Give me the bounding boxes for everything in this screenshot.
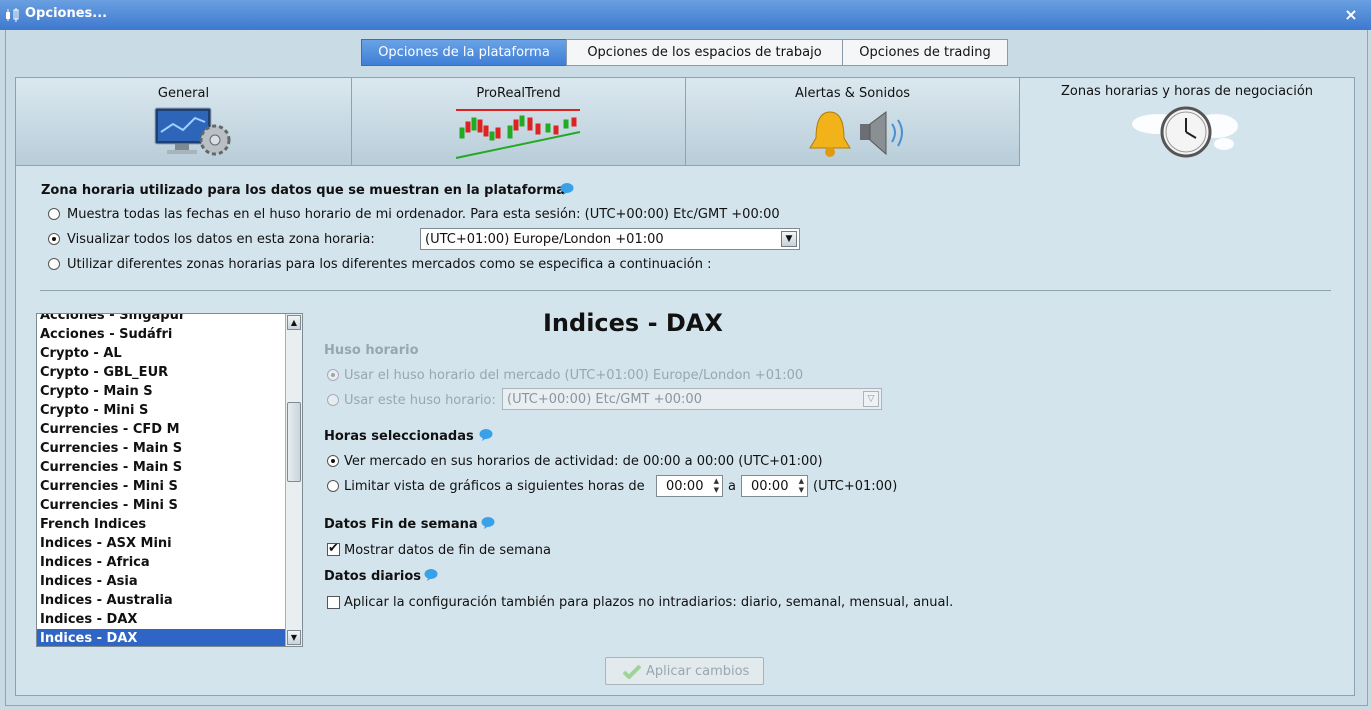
market-list-item[interactable]: Currencies - Mini S bbox=[37, 477, 285, 496]
market-list-item[interactable]: Currencies - Main S bbox=[37, 439, 285, 458]
divider bbox=[40, 290, 1331, 291]
tab-timezones-label: Zonas horarias y horas de negociación bbox=[1060, 84, 1314, 99]
scroll-down-icon[interactable]: ▼ bbox=[287, 630, 301, 645]
huso-select[interactable]: (UTC+00:00) Etc/GMT +00:00 ▽ bbox=[502, 388, 882, 410]
hour-timezone: (UTC+01:00) bbox=[813, 479, 898, 494]
horas-limit-label: Limitar vista de gráficos a siguientes h… bbox=[344, 479, 645, 494]
weekend-checkbox[interactable]: ✔ bbox=[327, 542, 340, 556]
scroll-up-icon[interactable]: ▲ bbox=[287, 315, 301, 330]
hour-to-value: 00:00 bbox=[751, 479, 789, 494]
radio-limit-hours[interactable] bbox=[327, 480, 339, 492]
market-list-item[interactable]: Indices - DAX bbox=[37, 629, 285, 646]
timezone-select[interactable]: (UTC+01:00) Europe/London +01:00 ▼ bbox=[420, 228, 800, 250]
chevron-down-icon[interactable]: ▼ bbox=[781, 231, 797, 247]
tab-trading-options[interactable]: Opciones de trading bbox=[842, 39, 1008, 66]
window-title: Opciones... bbox=[25, 6, 108, 21]
app-candlestick-icon bbox=[6, 8, 19, 22]
huso-heading: Huso horario bbox=[324, 343, 419, 358]
daily-label: Aplicar la configuración también para pl… bbox=[344, 595, 954, 610]
tab-alerts-label: Alertas & Sonidos bbox=[794, 86, 911, 101]
scroll-thumb[interactable] bbox=[287, 402, 301, 482]
market-list-item[interactable]: Acciones - Sudáfri bbox=[37, 325, 285, 344]
tab-general[interactable]: General bbox=[15, 77, 352, 166]
checkmark-icon bbox=[623, 664, 641, 679]
market-list-item[interactable]: Crypto - Main S bbox=[37, 382, 285, 401]
option-local-timezone-label: Muestra todas las fechas en el huso hora… bbox=[67, 207, 780, 222]
horas-heading: Horas seleccionadas bbox=[324, 429, 474, 444]
info-bubble-icon[interactable] bbox=[424, 569, 438, 581]
market-list-item[interactable]: Crypto - Mini S bbox=[37, 401, 285, 420]
tab-alerts-sounds[interactable]: Alertas & Sonidos bbox=[685, 77, 1020, 166]
world-clock-icon bbox=[1132, 106, 1238, 158]
market-list-item[interactable]: Indices - Africa bbox=[37, 553, 285, 572]
market-list-item[interactable]: Indices - Australia bbox=[37, 591, 285, 610]
chevron-down-icon[interactable]: ▽ bbox=[863, 391, 879, 407]
tab-general-label: General bbox=[157, 86, 210, 101]
apply-changes-button[interactable]: Aplicar cambios bbox=[605, 657, 764, 685]
huso-custom-label: Usar este huso horario: bbox=[344, 393, 496, 408]
tab-prorealtrend[interactable]: ProRealTrend bbox=[351, 77, 686, 166]
radio-market-hours[interactable] bbox=[327, 455, 339, 467]
info-bubble-icon[interactable] bbox=[560, 183, 574, 195]
market-list-item[interactable]: Currencies - Main S bbox=[37, 458, 285, 477]
hour-from-value: 00:00 bbox=[666, 479, 704, 494]
hour-from-stepper[interactable]: 00:00 ▲ ▼ bbox=[656, 475, 723, 497]
info-bubble-icon[interactable] bbox=[481, 517, 495, 529]
stepper-arrows-icon[interactable]: ▲ ▼ bbox=[714, 477, 719, 495]
tab-prorealtrend-label: ProRealTrend bbox=[476, 86, 561, 101]
market-list-scrollbar[interactable]: ▲ ▼ bbox=[285, 314, 302, 646]
market-list-item[interactable]: Crypto - GBL_EUR bbox=[37, 363, 285, 382]
market-list-item[interactable]: French Indices bbox=[37, 515, 285, 534]
timezone-select-value: (UTC+01:00) Europe/London +01:00 bbox=[425, 232, 664, 247]
huso-market-label: Usar el huso horario del mercado (UTC+01… bbox=[344, 368, 804, 383]
monitor-gear-icon bbox=[154, 107, 231, 156]
timezone-heading: Zona horaria utilizado para los datos qu… bbox=[41, 183, 566, 198]
market-list-item[interactable]: Acciones - Singapur bbox=[37, 314, 285, 325]
daily-checkbox[interactable] bbox=[327, 596, 340, 609]
hour-to-stepper[interactable]: 00:00 ▲ ▼ bbox=[741, 475, 808, 497]
title-bar bbox=[0, 0, 1371, 30]
hour-separator: a bbox=[728, 479, 736, 494]
market-list-item[interactable]: Crypto - AL bbox=[37, 344, 285, 363]
weekend-heading: Datos Fin de semana bbox=[324, 517, 478, 532]
horas-all-label: Ver mercado en sus horarios de actividad… bbox=[344, 454, 823, 469]
info-bubble-icon[interactable] bbox=[479, 429, 493, 441]
radio-custom-huso[interactable] bbox=[327, 394, 339, 406]
market-list-item[interactable]: Indices - DAX bbox=[37, 610, 285, 629]
tab-workspace-options[interactable]: Opciones de los espacios de trabajo bbox=[566, 39, 843, 66]
tab-timezones[interactable]: Zonas horarias y horas de negociación bbox=[1019, 77, 1355, 167]
radio-market-huso[interactable] bbox=[327, 369, 339, 381]
huso-select-value: (UTC+00:00) Etc/GMT +00:00 bbox=[507, 392, 702, 407]
option-market-timezones-label: Utilizar diferentes zonas horarias para … bbox=[67, 257, 712, 272]
stepper-arrows-icon[interactable]: ▲ ▼ bbox=[799, 477, 804, 495]
market-list-item[interactable]: Currencies - Mini S bbox=[37, 496, 285, 515]
bell-speaker-icon bbox=[809, 111, 903, 157]
radio-fixed-timezone[interactable] bbox=[48, 233, 60, 245]
market-list[interactable]: Acciones - Singapur Acciones - Sudáfri Cry… bbox=[36, 313, 303, 647]
daily-heading: Datos diarios bbox=[324, 569, 422, 584]
weekend-label: Mostrar datos de fin de semana bbox=[344, 543, 551, 558]
market-list-item[interactable]: Indices - ASX Mini bbox=[37, 534, 285, 553]
candlestick-trend-icon bbox=[455, 109, 581, 159]
radio-market-timezones[interactable] bbox=[48, 258, 60, 270]
market-list-item[interactable]: Indices - Asia bbox=[37, 572, 285, 591]
radio-local-timezone[interactable] bbox=[48, 208, 60, 220]
tab-platform-options[interactable]: Opciones de la plataforma bbox=[361, 39, 567, 66]
market-list-item[interactable]: Currencies - CFD M bbox=[37, 420, 285, 439]
apply-changes-label: Aplicar cambios bbox=[646, 664, 750, 679]
market-title: Indices - DAX bbox=[543, 309, 723, 337]
option-fixed-timezone-label: Visualizar todos los datos en esta zona … bbox=[67, 232, 375, 247]
close-button[interactable]: × bbox=[1340, 4, 1362, 26]
